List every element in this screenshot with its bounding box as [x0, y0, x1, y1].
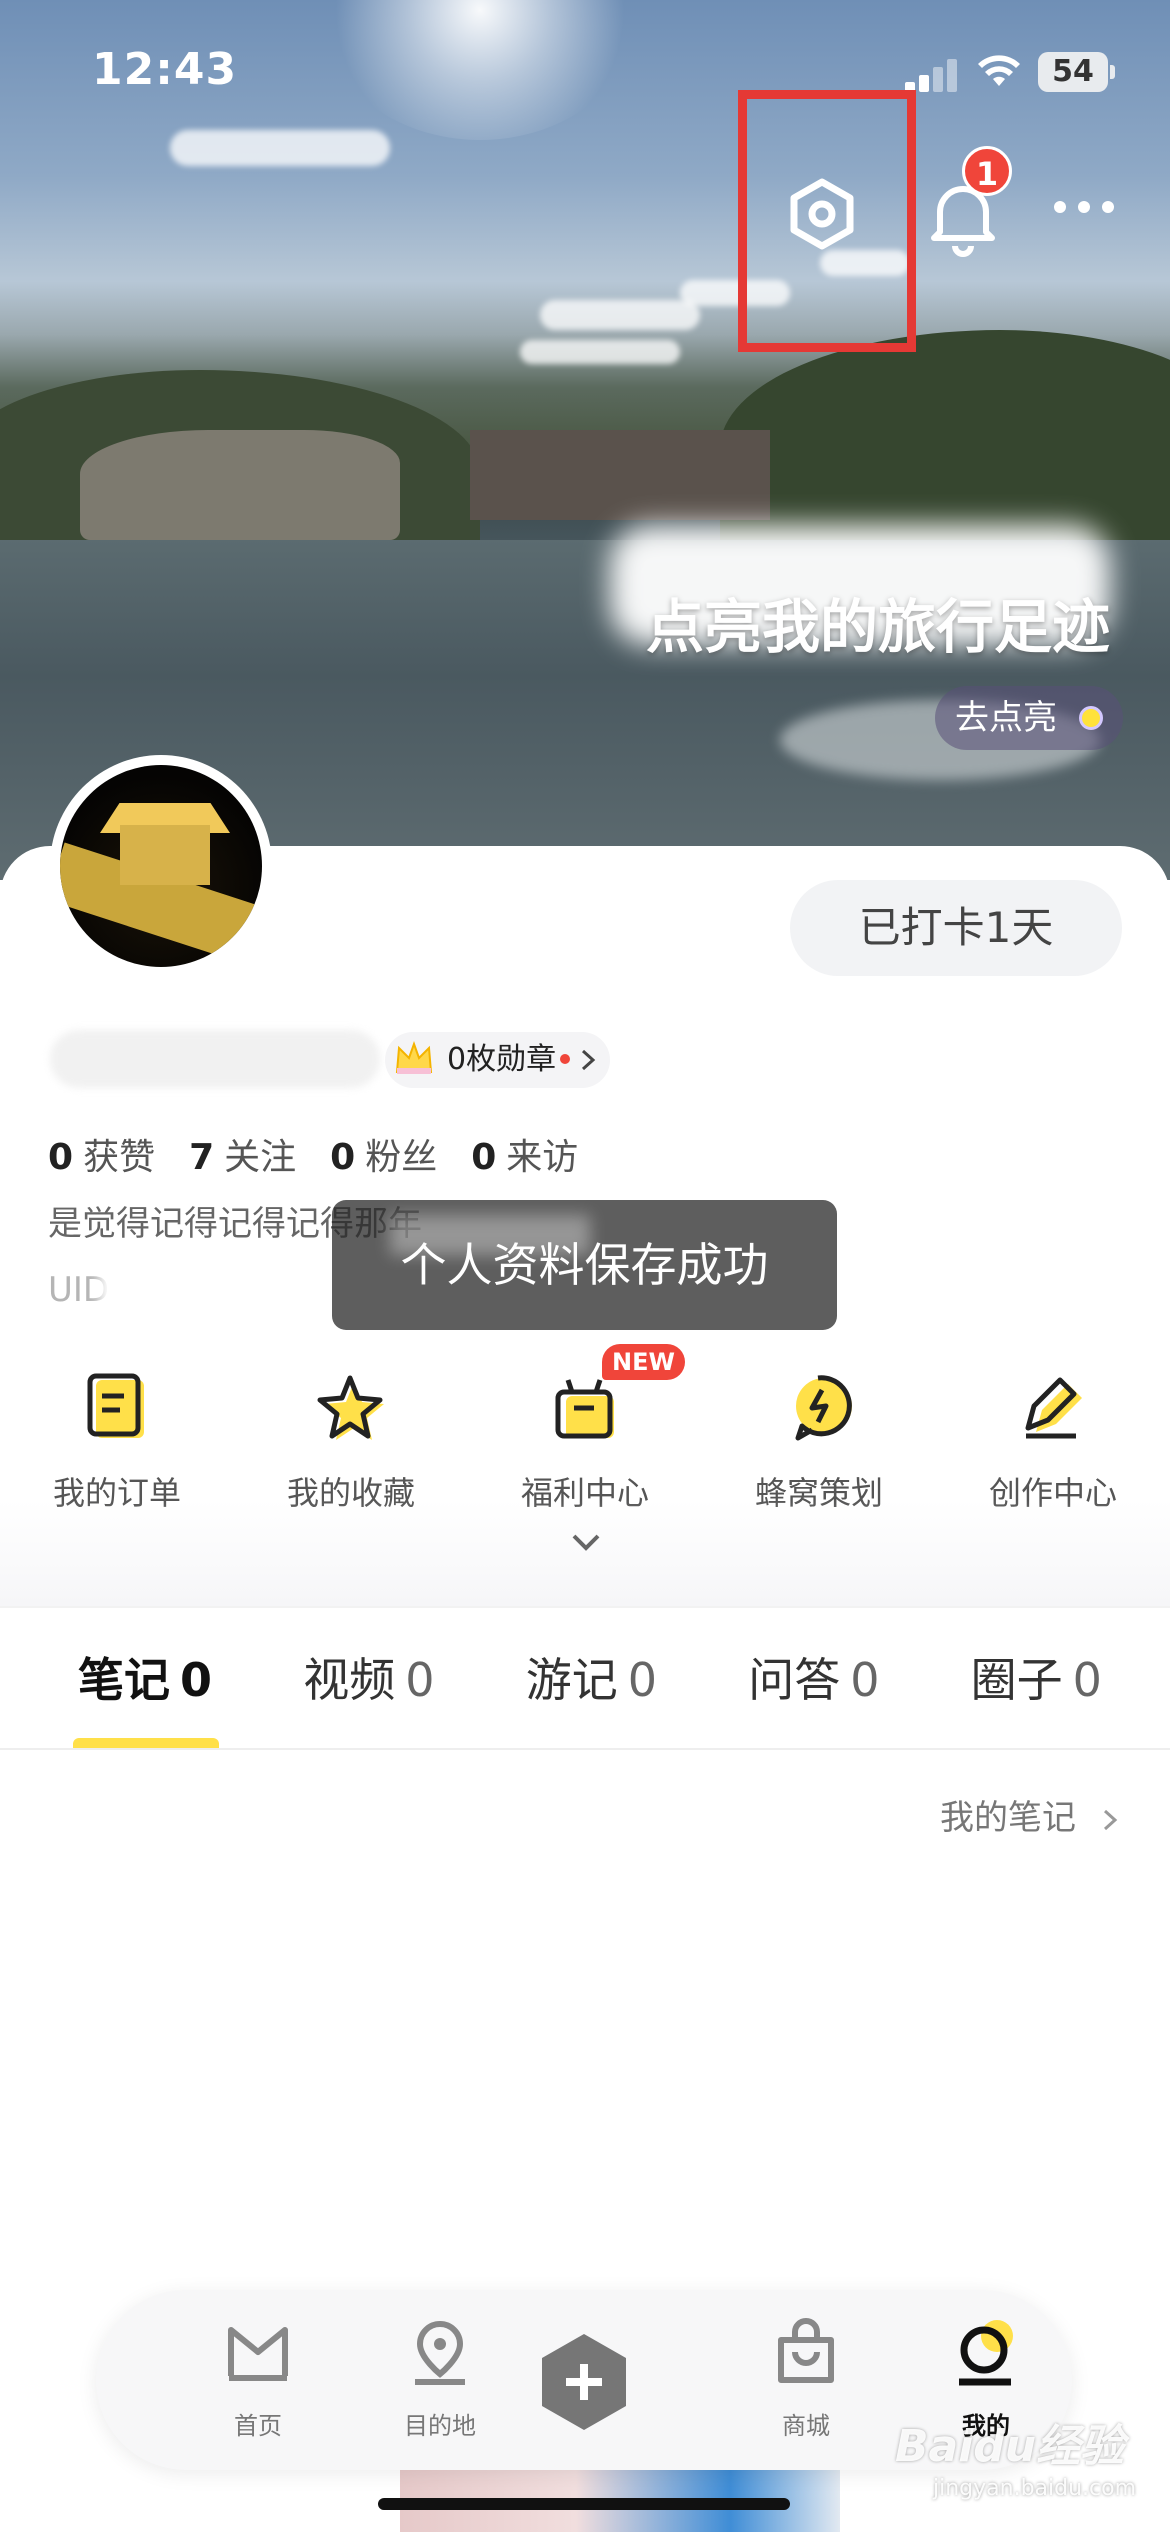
- pen-icon: [1025, 1377, 1082, 1439]
- avatar-image: [60, 765, 262, 967]
- tab-videos[interactable]: 视频 0: [265, 1640, 472, 1730]
- new-badge: NEW: [602, 1344, 685, 1380]
- watermark-brand: Baidu经验: [895, 2421, 1125, 2472]
- crown-icon: [395, 1041, 433, 1074]
- stat-followers[interactable]: 0 粉丝: [330, 1128, 437, 1178]
- yellow-dot-icon: [1079, 706, 1103, 730]
- bee-icon: [795, 1375, 852, 1441]
- avatar[interactable]: [50, 755, 272, 977]
- more-options-icon[interactable]: [1050, 186, 1120, 226]
- stat-visitors[interactable]: 0 来访: [471, 1128, 578, 1178]
- toast-blur-overlay: [390, 1215, 590, 1255]
- cloud: [540, 300, 700, 330]
- home-m-icon: [228, 2327, 288, 2381]
- status-time: 12:43: [92, 44, 238, 95]
- profile-stats: 0 获赞 7 关注 0 粉丝 0 来访: [48, 1128, 578, 1178]
- home-indicator[interactable]: [378, 2498, 790, 2510]
- unread-dot: [560, 1054, 570, 1064]
- light-up-label: 去点亮: [955, 698, 1057, 738]
- star-icon: [317, 1375, 384, 1440]
- chevron-down-icon[interactable]: [568, 1528, 604, 1556]
- light-up-button[interactable]: 去点亮: [935, 686, 1123, 750]
- content-peek: [400, 2460, 840, 2532]
- checkin-button[interactable]: 已打卡1天: [790, 880, 1122, 976]
- nav-mall-label: 商城: [782, 2412, 830, 2440]
- stat-following[interactable]: 7 关注: [189, 1128, 296, 1178]
- mountain: [720, 330, 1170, 550]
- cloud: [170, 130, 390, 166]
- watermark-url: jingyan.baidu.com: [933, 2476, 1137, 2501]
- tab-circles[interactable]: 圈子 0: [933, 1640, 1140, 1730]
- stat-likes[interactable]: 0 获赞: [48, 1128, 155, 1178]
- chevron-right-icon: [1103, 1809, 1118, 1830]
- nav-mall[interactable]: 商城: [736, 2290, 876, 2470]
- order-icon: [87, 1373, 144, 1438]
- medals-chip[interactable]: 0枚勋章: [385, 1032, 610, 1088]
- tabs-divider: [0, 1748, 1170, 1750]
- tab-qa[interactable]: 问答 0: [710, 1640, 917, 1730]
- hero-title: 点亮我的旅行足迹: [645, 593, 1110, 661]
- divider: [0, 1606, 1170, 1608]
- my-notes-label: 我的笔记: [940, 1798, 1076, 1838]
- baidu-watermark: Baidu经验 jingyan.baidu.com: [895, 2410, 1145, 2520]
- wifi-icon: [978, 55, 1020, 86]
- location-pin-icon: [415, 2320, 465, 2385]
- cellular-signal-icon: [905, 58, 961, 92]
- nav-home[interactable]: 首页: [188, 2290, 328, 2470]
- notification-count-badge: 1: [962, 146, 1012, 196]
- nav-destination[interactable]: 目的地: [370, 2290, 510, 2470]
- my-notes-link[interactable]: 我的笔记: [940, 1790, 1119, 1839]
- medals-label: 0枚勋章: [447, 1042, 557, 1077]
- nav-destination-label: 目的地: [404, 2412, 476, 2440]
- chevron-right-icon: [581, 1049, 596, 1071]
- profile-icon: [959, 2320, 1013, 2386]
- battery-icon: 54: [1038, 52, 1115, 92]
- gift-icon: [555, 1379, 614, 1439]
- tab-notes[interactable]: 笔记 0: [40, 1640, 250, 1730]
- settings-hexagon-icon[interactable]: [780, 172, 864, 256]
- tab-travelogues[interactable]: 游记 0: [488, 1640, 695, 1730]
- cliff: [80, 430, 400, 540]
- sun-glare: [320, 0, 640, 140]
- ancient-buildings: [470, 430, 770, 520]
- username-blurred: [50, 1030, 380, 1088]
- shopping-bag-icon: [778, 2318, 834, 2383]
- publish-plus-button[interactable]: [536, 2330, 632, 2434]
- nav-home-label: 首页: [234, 2412, 282, 2440]
- cloud: [520, 340, 680, 364]
- content-tabs: 笔记 0 视频 0 游记 0 问答 0 圈子 0: [40, 1640, 1140, 1730]
